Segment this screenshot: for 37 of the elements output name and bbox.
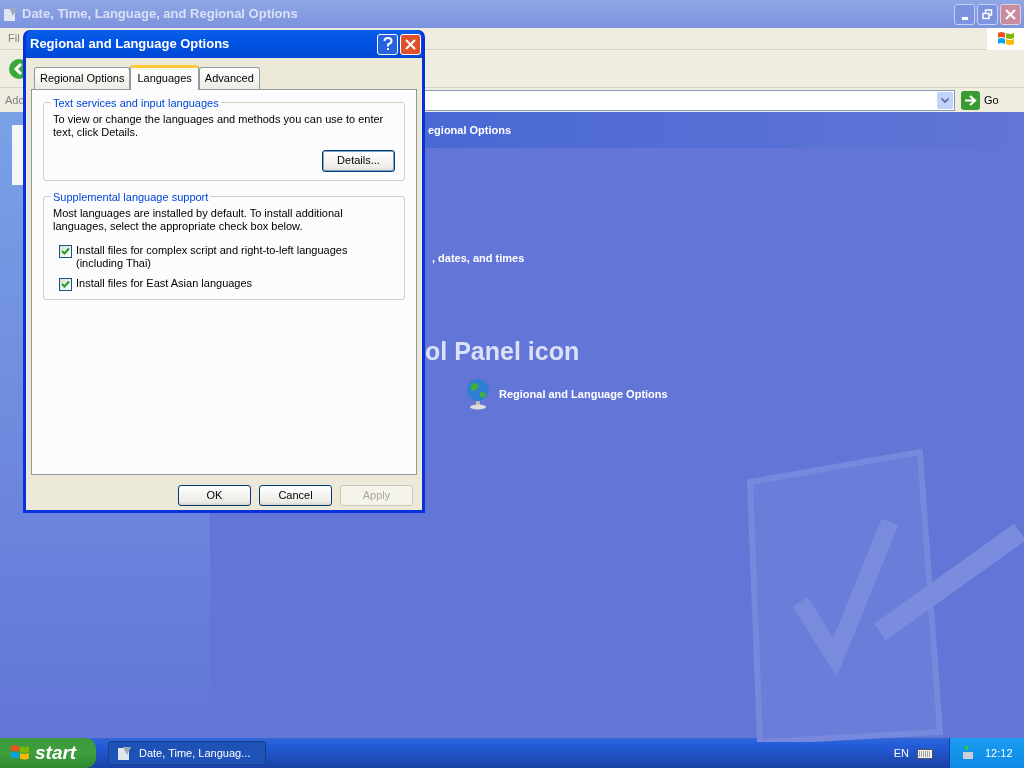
window-title: Date, Time, Language, and Regional Options	[22, 5, 299, 24]
control-panel-link[interactable]: Regional and Language Options	[499, 385, 668, 403]
dialog-button[interactable]: Cancel	[259, 484, 332, 506]
window-app-icon	[3, 6, 19, 22]
go-button[interactable]: Go	[958, 90, 1022, 110]
checkbox-label: Install files for East Asian languages	[76, 276, 254, 290]
restore-icon	[982, 8, 993, 20]
checkbox[interactable]	[59, 277, 72, 291]
windows-flag-icon	[10, 744, 30, 762]
keyboard-icon[interactable]	[917, 747, 933, 759]
help-button[interactable]	[377, 33, 398, 55]
globe-icon	[465, 378, 491, 410]
close-icon	[1005, 8, 1016, 20]
checkbox-label: Install files for complex script and right-to-left languages (including Thai)	[76, 243, 349, 270]
close-button[interactable]	[1000, 3, 1021, 25]
group-description: To view or change the languages and methods you can use to enter text, click Details.	[53, 112, 385, 139]
tab[interactable]: Regional Options	[34, 67, 131, 89]
group-description: Most languages are installed by default. To install additional languages, select the appropriate check box below.	[53, 206, 344, 233]
help-icon	[382, 37, 393, 51]
minimize-icon	[961, 16, 968, 20]
details-button[interactable]: Details...	[322, 149, 395, 172]
restore-button[interactable]	[977, 3, 998, 25]
dialog-button[interactable]: OK	[178, 484, 251, 506]
task-link[interactable]: , dates, and times	[432, 250, 1024, 267]
tab[interactable]: Languages	[130, 65, 199, 90]
close-icon	[405, 38, 416, 50]
language-indicator[interactable]: EN	[893, 744, 909, 762]
tab[interactable]: Advanced	[198, 67, 260, 89]
clock: 12:12	[985, 745, 1013, 761]
taskbar-button[interactable]: Date, Time, Languag...	[108, 741, 266, 765]
section-title: ol Panel icon	[425, 335, 581, 367]
checkbox[interactable]	[59, 244, 72, 258]
dialog-title: Regional and Language Options	[30, 35, 231, 54]
app-icon	[117, 745, 133, 761]
minimize-button[interactable]	[954, 3, 975, 25]
header-title: egional Options	[428, 122, 512, 138]
windows-flag-icon	[996, 30, 1015, 47]
